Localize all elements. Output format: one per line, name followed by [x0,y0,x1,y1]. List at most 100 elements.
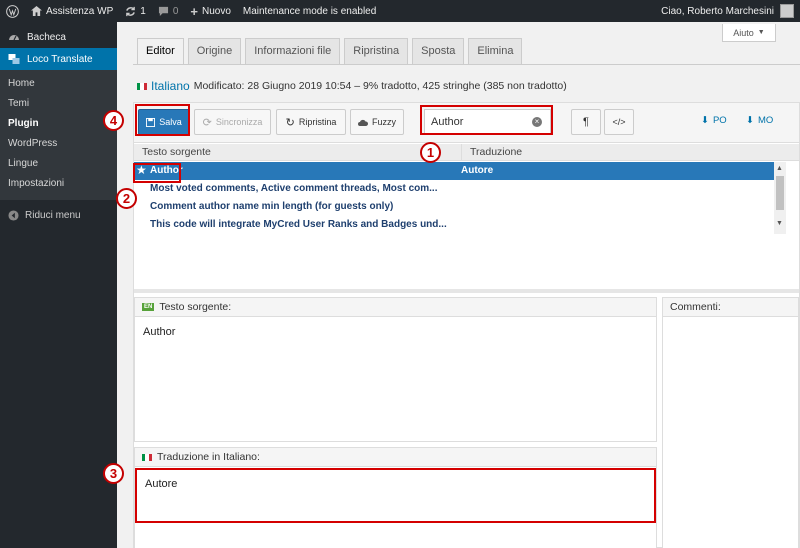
cloud-icon [357,119,368,126]
row-source: This code will integrate MyCred User Ran… [150,219,447,230]
table-row[interactable]: Comment author name min length (for gues… [134,198,774,216]
star-icon: ★ [136,163,147,177]
save-button[interactable]: Salva [138,109,190,135]
po-label: PO [712,115,727,126]
table-row[interactable]: ★ Author Autore [134,162,774,180]
maintenance-mode-notice[interactable]: Maintenance mode is enabled [237,0,382,22]
callout-3: 3 [103,463,124,484]
wordpress-logo-icon[interactable] [0,0,25,22]
revert-icon: ↻ [285,116,295,129]
callout-2: 2 [116,188,137,209]
string-list: ★ Author Autore Most voted comments, Act… [134,162,774,234]
row-source: Most voted comments, Active comment thre… [150,183,438,194]
tab-file-info[interactable]: Informazioni file [245,38,341,64]
sidebar-item-label: Bacheca [27,31,66,43]
translation-input[interactable]: Autore [135,468,656,523]
column-header-translation[interactable]: Traduzione [470,146,522,158]
dashboard-icon [9,35,19,41]
updates-count: 1 [140,5,146,17]
scroll-up-icon[interactable]: ▲ [776,165,783,172]
loco-submenu: Home Temi Plugin WordPress Lingue Impost… [0,70,117,200]
comments-pane-title: Commenti: [663,298,798,317]
new-content-link[interactable]: + Nuovo [184,0,237,22]
row-source: Author [150,165,183,176]
download-icon: ⬇ [746,115,754,126]
editor-tabs: Editor Origine Informazioni file Riprist… [137,38,523,64]
sync-button[interactable]: ⟳ Sincronizza [194,109,271,135]
resize-handle[interactable] [134,289,799,293]
italian-flag-icon [142,453,152,461]
admin-bar: Assistenza WP 1 0 + Nuovo Maintenance mo… [0,0,800,22]
callout-1: 1 [420,142,441,163]
save-label: Salva [159,117,182,127]
source-pane: EN Testo sorgente: Author [134,297,657,442]
sidebar-item-loco-translate[interactable]: Loco Translate [0,48,117,70]
download-po-link[interactable]: ⬇ PO [701,115,727,126]
italian-flag-icon [137,82,147,90]
comments-link[interactable]: 0 [152,0,185,22]
grid-scrollbar[interactable]: ▲ ▼ [774,162,786,234]
scroll-down-icon[interactable]: ▼ [776,220,783,227]
sidebar-item-label: Loco Translate [27,53,93,65]
download-mo-link[interactable]: ⬇ MO [746,115,773,126]
code-view-toggle-button[interactable]: </> [604,109,634,135]
tabs-divider [133,64,800,65]
translate-icon [8,54,20,64]
search-input[interactable]: Author × [424,109,551,135]
clear-search-icon[interactable]: × [532,117,542,127]
chevron-down-icon: ▼ [757,29,765,36]
translation-editor: Salva ⟳ Sincronizza ↻ Ripristina Fuzzy A… [133,102,800,548]
grid-header: Testo sorgente Traduzione [134,144,799,161]
comment-icon [158,6,168,16]
comments-count: 0 [172,5,179,17]
editor-toolbar: Salva ⟳ Sincronizza ↻ Ripristina Fuzzy A… [134,103,799,143]
table-row[interactable]: This code will integrate MyCred User Ran… [134,216,774,234]
help-button[interactable]: Aiuto ▼ [722,24,776,42]
source-pane-title: Testo sorgente: [159,301,232,313]
submenu-item-themes[interactable]: Temi [0,94,117,114]
submenu-item-wordpress[interactable]: WordPress [0,134,117,154]
file-status: Italiano Modificato: 28 Giugno 2019 10:5… [137,79,567,93]
sync-icon: ⟳ [202,116,212,129]
avatar [780,4,794,18]
submenu-item-plugins[interactable]: Plugin [0,114,117,134]
callout-4: 4 [103,110,124,131]
submenu-item-languages[interactable]: Lingue [0,154,117,174]
tab-move[interactable]: Sposta [412,38,465,64]
save-icon [146,117,156,127]
site-name: Assistenza WP [46,5,114,17]
updates-link[interactable]: 1 [119,0,152,22]
revert-button[interactable]: ↻ Ripristina [276,109,346,135]
fuzzy-button[interactable]: Fuzzy [350,109,404,135]
status-details: Modificato: 28 Giugno 2019 10:54 – 9% tr… [193,80,567,92]
plus-icon: + [190,3,198,19]
site-name-link[interactable]: Assistenza WP [25,0,119,22]
comments-pane: Commenti: [662,297,799,548]
submenu-item-settings[interactable]: Impostazioni [0,174,117,194]
submenu-item-home[interactable]: Home [0,74,117,94]
sidebar-item-dashboard[interactable]: Bacheca [0,26,117,48]
tab-delete[interactable]: Elimina [468,38,523,64]
help-label: Aiuto [733,27,754,38]
invisibles-toggle-button[interactable]: ¶ [571,109,601,135]
language-name[interactable]: Italiano [151,79,190,93]
scrollbar-thumb[interactable] [776,176,784,210]
main-content: Aiuto ▼ Editor Origine Informazioni file… [117,22,800,548]
collapse-menu-button[interactable]: Riduci menu [0,204,117,226]
table-row[interactable]: Most voted comments, Active comment thre… [134,180,774,198]
row-source: Comment author name min length (for gues… [150,201,394,212]
tab-restore[interactable]: Ripristina [344,38,409,64]
admin-sidebar: Bacheca Loco Translate Home Temi Plugin … [0,22,117,548]
translation-pane-title: Traduzione in Italiano: [157,451,260,463]
maintenance-label: Maintenance mode is enabled [242,5,377,17]
tab-editor[interactable]: Editor [137,38,184,64]
english-badge: EN [142,303,155,311]
home-icon [31,6,42,16]
mo-label: MO [757,115,774,126]
download-icon: ⬇ [701,115,709,126]
account-menu[interactable]: Ciao, Roberto Marchesini [661,4,800,18]
fuzzy-label: Fuzzy [371,117,396,127]
tab-source[interactable]: Origine [187,38,242,64]
column-header-source[interactable]: Testo sorgente [142,146,211,158]
greeting: Ciao, Roberto Marchesini [661,5,774,17]
